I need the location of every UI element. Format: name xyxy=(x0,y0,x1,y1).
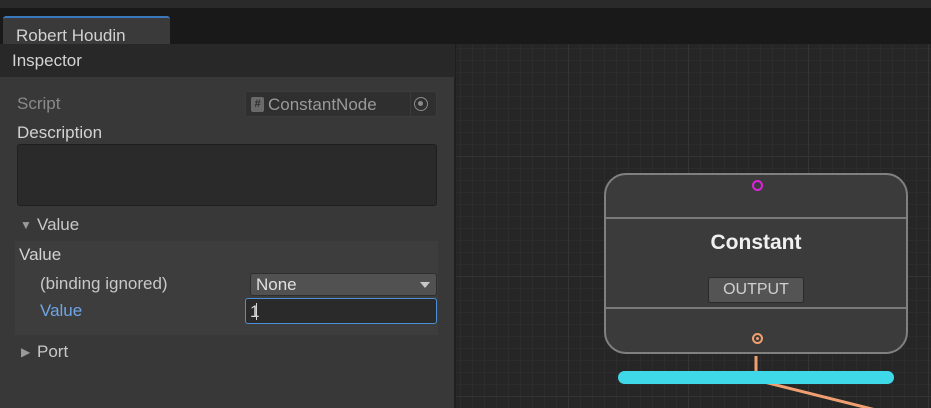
object-picker-icon[interactable] xyxy=(414,97,428,111)
script-value: ConstantNode xyxy=(268,95,377,114)
value-field-label: Value xyxy=(40,301,83,320)
script-object-field[interactable]: # ConstantNode xyxy=(245,91,437,117)
constant-node[interactable]: Constant OUTPUT xyxy=(604,173,908,354)
binding-selected-value: None xyxy=(256,275,297,294)
node-divider-top xyxy=(606,217,906,219)
drop-indicator xyxy=(618,371,894,384)
chevron-down-icon xyxy=(420,282,430,288)
csharp-script-icon: # xyxy=(251,97,264,112)
script-field-divider xyxy=(410,92,411,116)
text-cursor xyxy=(256,303,257,320)
graph-canvas[interactable]: Constant OUTPUT xyxy=(456,44,931,408)
description-label: Description xyxy=(17,123,103,142)
value-foldout-expanded-icon[interactable]: ▼ xyxy=(20,218,32,232)
editor-tab-bar: Robert Houdin xyxy=(0,8,931,52)
tab-label: Robert Houdin xyxy=(16,26,126,45)
output-port-icon[interactable] xyxy=(752,333,763,344)
port-foldout-label[interactable]: Port xyxy=(37,342,68,362)
input-port-icon[interactable] xyxy=(752,180,763,191)
value-group-title: Value xyxy=(19,245,62,264)
value-input-text: 1 xyxy=(250,302,260,321)
description-textarea[interactable] xyxy=(17,144,437,206)
node-title: Constant xyxy=(710,231,802,254)
binding-label: (binding ignored) xyxy=(40,274,168,293)
window-top-strip xyxy=(0,0,931,8)
inspector-header: Inspector xyxy=(0,44,455,77)
script-label: Script xyxy=(17,94,61,113)
value-input[interactable]: 1 xyxy=(245,298,437,324)
node-divider-bottom xyxy=(606,307,906,309)
port-foldout-collapsed-icon[interactable]: ▶ xyxy=(21,345,30,359)
binding-dropdown[interactable]: None xyxy=(250,273,437,296)
value-foldout-label[interactable]: Value xyxy=(37,215,79,235)
inspector-panel: Inspector Script # ConstantNode Descript… xyxy=(0,44,455,408)
output-button[interactable]: OUTPUT xyxy=(708,277,804,303)
inspector-title: Inspector xyxy=(12,51,82,70)
